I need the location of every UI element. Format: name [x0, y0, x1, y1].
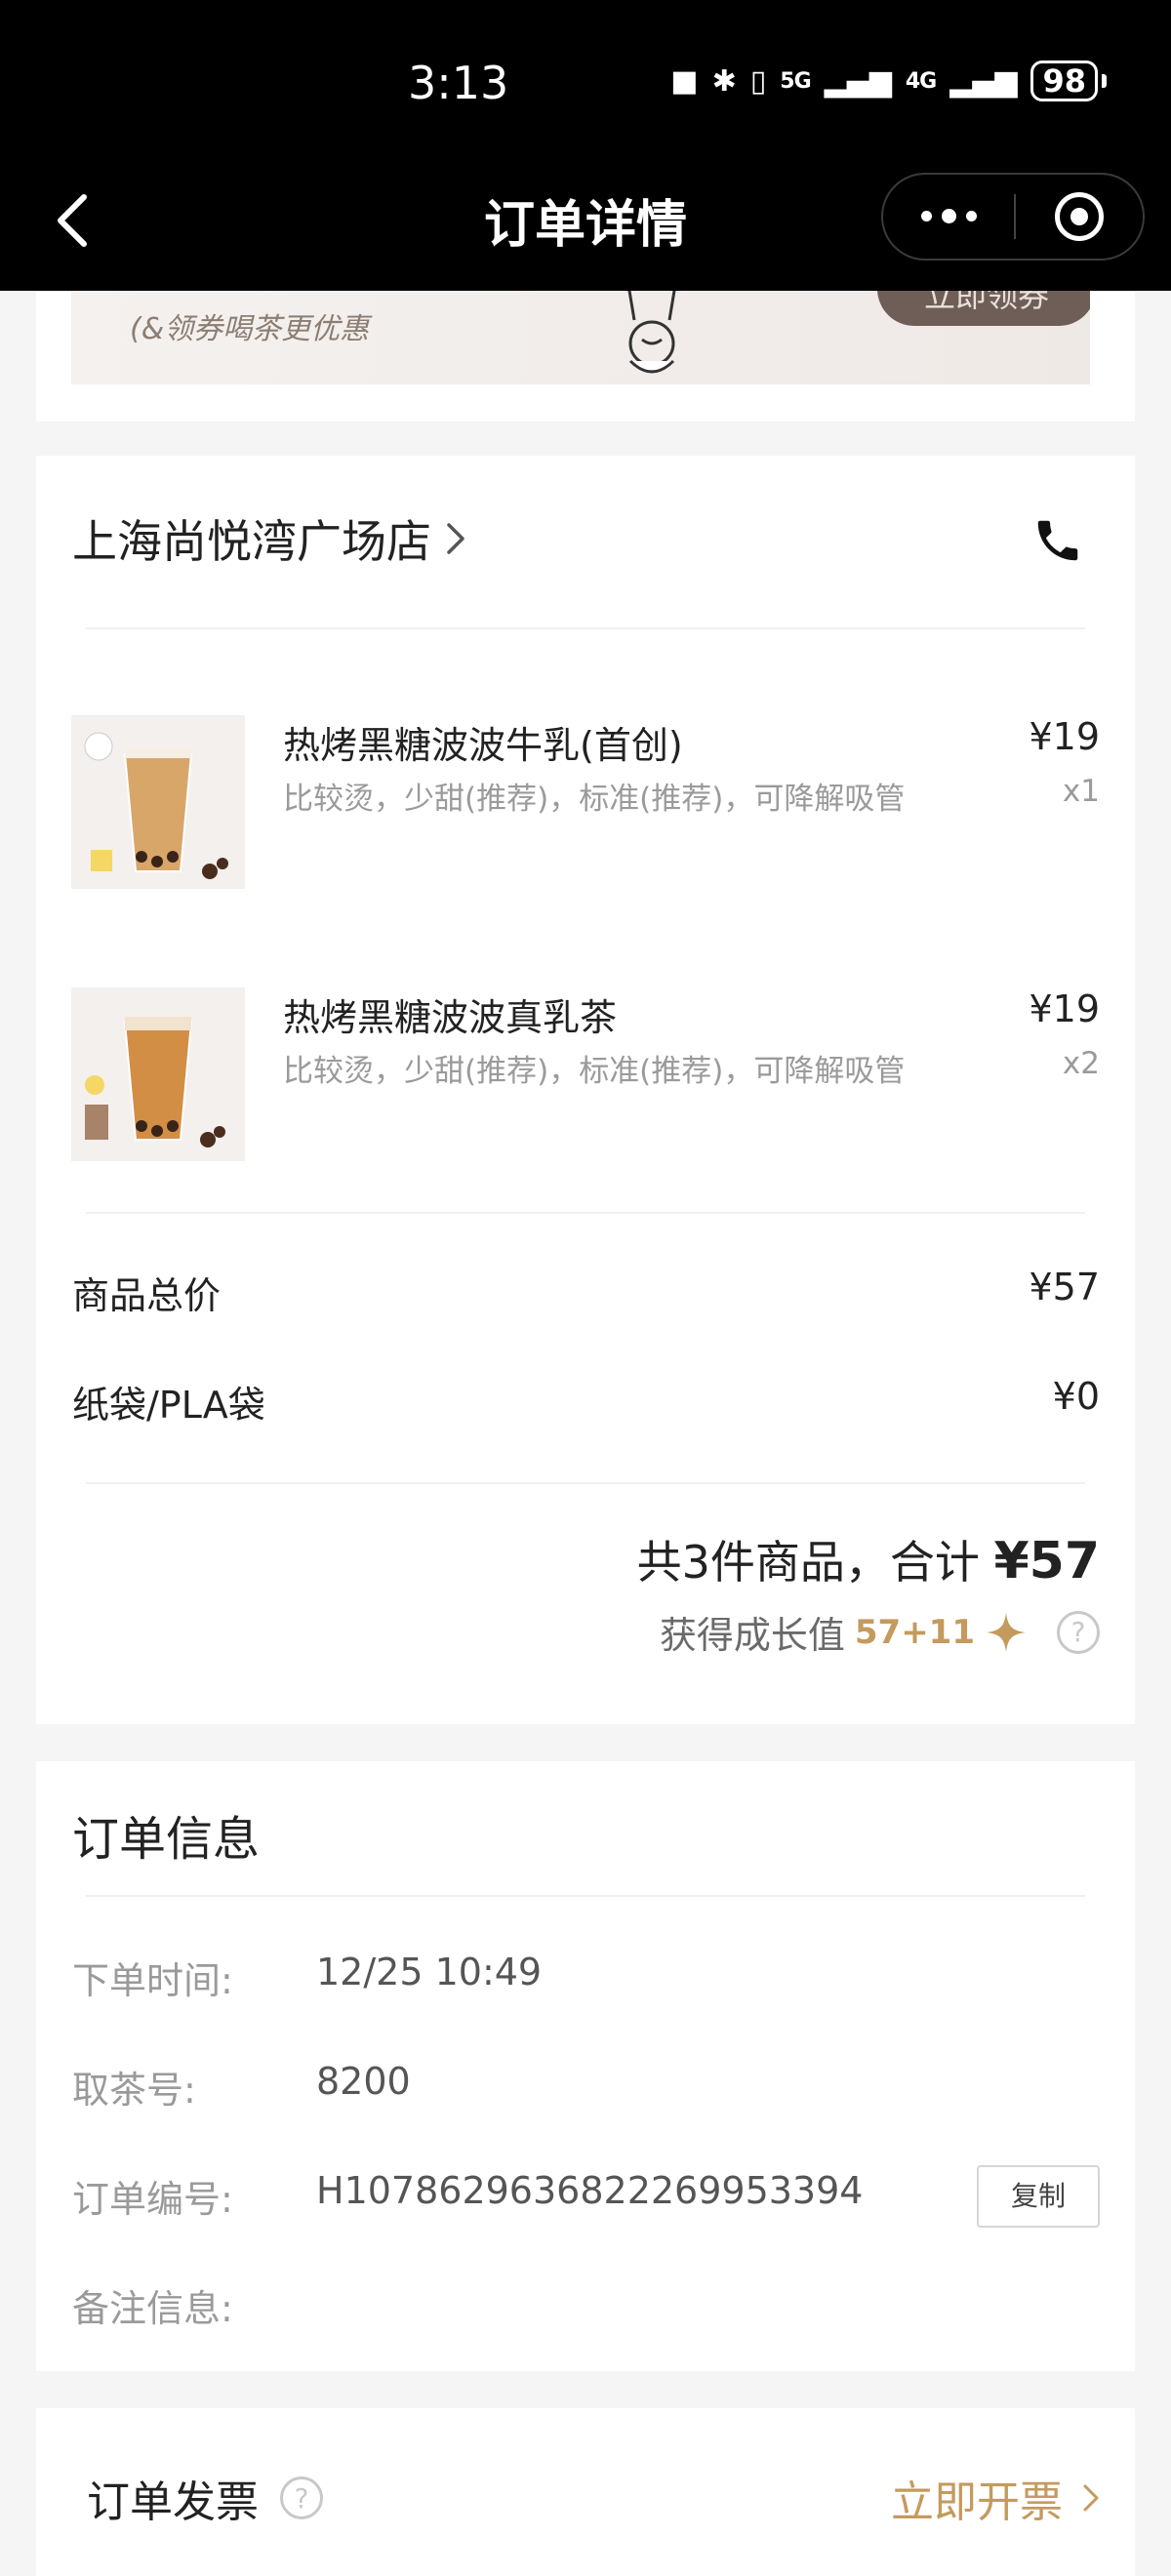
more-button[interactable] — [883, 208, 1014, 223]
bluetooth-icon: ✱ — [711, 63, 737, 99]
invoice-card: 订单发票 ? 立即开票 — [36, 2408, 1135, 2576]
item-price: ¥19 — [1029, 987, 1100, 1030]
signal-4g-label: 4G — [905, 68, 937, 94]
divider — [86, 1895, 1085, 1897]
order-total: ¥57 — [993, 1532, 1100, 1590]
battery-level: 98 — [1030, 60, 1098, 101]
store-name: 上海尚悦湾广场店 — [72, 515, 431, 568]
item-price: ¥19 — [1029, 715, 1100, 758]
chevron-right-icon — [447, 523, 464, 554]
order-time-label: 下单时间: — [72, 1959, 233, 2002]
order-time-value: 12/25 10:49 — [316, 1951, 543, 1993]
promo-card: &领券喝茶更优惠 立即领券 — [36, 291, 1135, 422]
item-name: 热烤黑糖波波牛乳(首创) — [283, 724, 683, 767]
growth-value: 57+11 — [854, 1612, 975, 1652]
battery-tip — [1102, 74, 1107, 88]
issue-invoice-link[interactable]: 立即开票 — [891, 2467, 1100, 2529]
more-icon — [920, 210, 932, 221]
product-image — [71, 715, 245, 889]
target-icon — [1055, 192, 1104, 241]
item-spec: 比较烫，少甜(推荐)，标准(推荐)，可降解吸管 — [283, 782, 906, 817]
phone-icon[interactable] — [1031, 514, 1084, 567]
help-icon[interactable]: ? — [1057, 1610, 1100, 1654]
help-icon[interactable]: ? — [280, 2476, 323, 2519]
mini-program-capsule — [881, 173, 1145, 261]
pickup-number-value: 8200 — [316, 2060, 411, 2103]
bag-fee-value: ¥0 — [1052, 1375, 1100, 1418]
bag-fee-label: 纸袋/PLA袋 — [72, 1384, 265, 1427]
top-bar: 3:13 ■ ✱ ▯ 5G ▂▄▆ 4G ▂▄▆ 98 订单详情 — [0, 0, 1171, 291]
mascot-illustration-icon — [627, 291, 676, 374]
invoice-title: 订单发票 — [87, 2477, 259, 2527]
order-summary: 共3件商品，合计 ¥57 — [637, 1527, 1100, 1591]
item-count-text: 共3件商品，合计 — [636, 1536, 994, 1589]
signal-bars-icon-2: ▂▄▆ — [949, 63, 1018, 99]
order-item[interactable]: 热烤黑糖波波牛乳(首创) 比较烫，少甜(推荐)，标准(推荐)，可降解吸管 ¥19… — [71, 715, 1100, 891]
status-time: 3:13 — [408, 57, 509, 109]
order-number-value: H1078629636822269953394 — [316, 2169, 864, 2212]
product-image — [71, 987, 245, 1161]
order-number-label: 订单编号: — [72, 2178, 233, 2221]
item-qty: x1 — [1062, 774, 1100, 809]
invoice-title-row: 订单发票 ? — [87, 2467, 323, 2529]
chevron-right-icon — [1083, 2484, 1099, 2512]
store-link[interactable]: 上海尚悦湾广场店 — [72, 506, 466, 571]
item-name: 热烤黑糖波波真乳茶 — [283, 996, 618, 1039]
promo-banner[interactable]: &领券喝茶更优惠 立即领券 — [71, 291, 1090, 384]
signal-bars-icon: ▂▄▆ — [824, 63, 892, 99]
promo-text: &领券喝茶更优惠 — [130, 304, 369, 347]
growth-label: 获得成长值 — [659, 1614, 845, 1657]
divider — [86, 627, 1085, 629]
order-item[interactable]: 热烤黑糖波波真乳茶 比较烫，少甜(推荐)，标准(推荐)，可降解吸管 ¥19 x2 — [71, 987, 1100, 1163]
copy-button[interactable]: 复制 — [977, 2165, 1100, 2228]
nfc-icon: ■ — [670, 63, 699, 99]
order-info-title: 订单信息 — [72, 1812, 261, 1867]
order-card: 上海尚悦湾广场店 热烤黑糖波波牛乳(首创) 比较烫，少甜(推荐)，标准(推荐)，… — [36, 456, 1135, 1724]
item-spec: 比较烫，少甜(推荐)，标准(推荐)，可降解吸管 — [283, 1054, 906, 1089]
close-mini-program-button[interactable] — [1016, 192, 1143, 241]
signal-5g-label: 5G — [780, 68, 811, 94]
pickup-number-label: 取茶号: — [72, 2069, 196, 2112]
remarks-label: 备注信息: — [72, 2287, 233, 2330]
order-info-card: 订单信息 下单时间: 12/25 10:49 取茶号: 8200 订单编号: H… — [36, 1761, 1135, 2371]
item-qty: x2 — [1062, 1046, 1100, 1081]
sparkle-icon — [987, 1612, 1026, 1652]
vibrate-icon: ▯ — [749, 63, 767, 99]
subtotal-label: 商品总价 — [72, 1274, 222, 1317]
divider — [86, 1212, 1085, 1214]
status-icons: ■ ✱ ▯ 5G ▂▄▆ 4G ▂▄▆ 98 — [670, 60, 1107, 101]
claim-coupon-button[interactable]: 立即领券 — [877, 291, 1090, 326]
issue-invoice-label: 立即开票 — [891, 2477, 1063, 2527]
subtotal-value: ¥57 — [1029, 1266, 1100, 1308]
growth-points: 获得成长值 57+11 ? — [660, 1605, 1100, 1659]
divider — [86, 1482, 1085, 1484]
